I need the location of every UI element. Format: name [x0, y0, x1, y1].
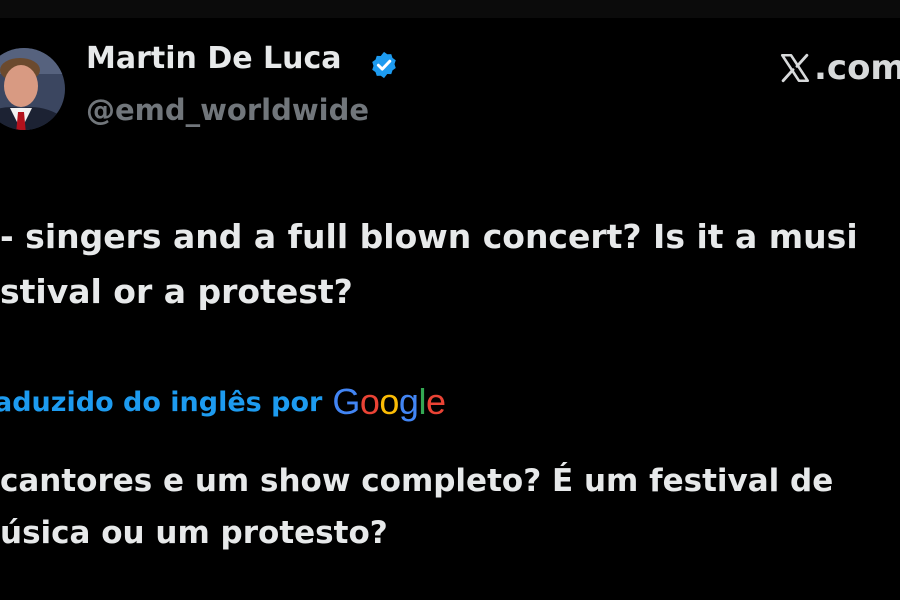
- tweet-text-line-1: - singers and a full blown concert? Is i…: [0, 217, 858, 256]
- watermark-text: .com: [814, 48, 900, 88]
- tweet-text-line-2: stival or a protest?: [0, 272, 353, 311]
- author-handle[interactable]: @emd_worldwide: [86, 96, 369, 125]
- x-logo-icon: [780, 53, 810, 83]
- translation-attribution[interactable]: aduzido do inglês por Google: [0, 381, 446, 422]
- top-strip: [0, 0, 900, 18]
- translated-text-line-1: cantores e um show completo? É um festiv…: [0, 463, 834, 499]
- verified-badge-icon: [372, 51, 396, 79]
- translated-text-line-2: úsica ou um protesto?: [0, 515, 388, 551]
- x-com-watermark: .com: [778, 51, 900, 85]
- translation-label: aduzido do inglês por: [0, 386, 323, 418]
- google-logo: Google: [332, 381, 446, 422]
- author-name[interactable]: Martin De Luca: [86, 44, 342, 74]
- avatar[interactable]: [0, 34, 66, 144]
- avatar-image: [0, 48, 65, 130]
